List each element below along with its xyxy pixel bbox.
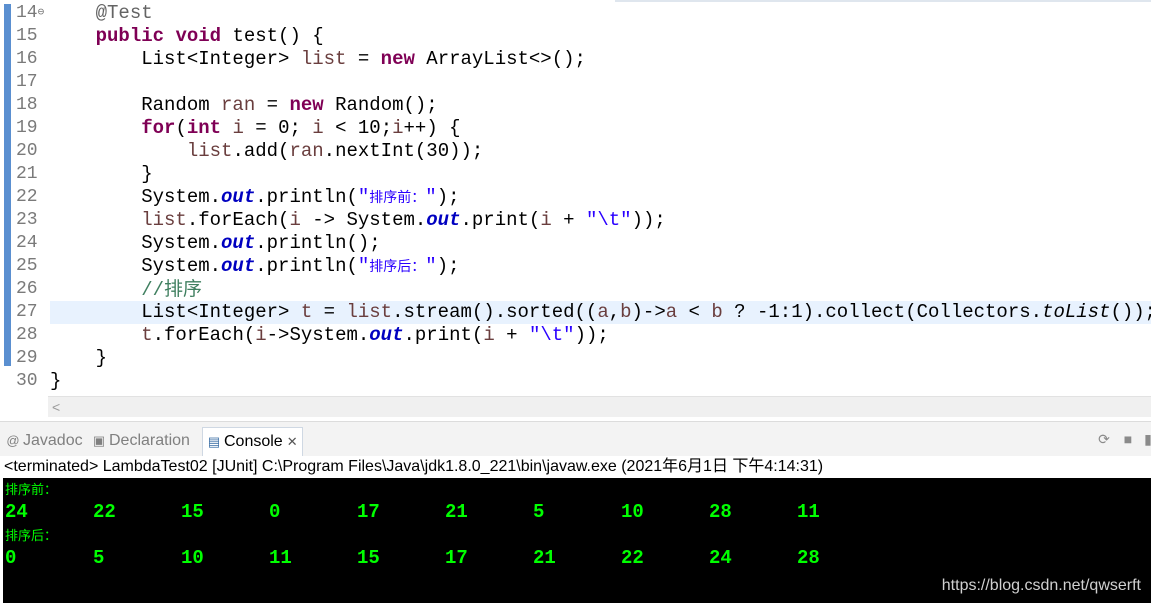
console-value: 5	[533, 501, 545, 523]
line-number: 24	[16, 233, 38, 253]
line-number: 22	[16, 187, 38, 207]
scroll-left-icon[interactable]: <	[52, 397, 60, 417]
code-editor[interactable]: 14⊖ 15 16 17 18 19 20 21 22 23 24 25 26 27 28 29 30 @Tes…	[0, 0, 1151, 420]
line-number: 17	[16, 72, 38, 92]
declaration-icon: ▣	[92, 433, 106, 448]
before-sort-label: 排序前：	[5, 483, 58, 498]
change-ruler	[4, 4, 11, 366]
line-number: 27	[16, 302, 38, 322]
line-number: 18	[16, 95, 38, 115]
pin-console-icon[interactable]: ⟳	[1096, 431, 1112, 447]
console-value: 11	[797, 501, 820, 523]
code-line-28: t.forEach(i->System.out.print(i + "\t"))…	[141, 324, 609, 346]
code-line-19: for(int i = 0; i < 10;i++) {	[141, 117, 461, 139]
console-value: 11	[269, 547, 292, 569]
close-icon[interactable]: ✕	[287, 434, 298, 449]
code-line-18: Random ran = new Random();	[50, 94, 438, 116]
line-number: 30	[16, 371, 38, 391]
console-value: 21	[445, 501, 468, 523]
code-line-22: System.out.println("排序前：");	[50, 186, 460, 208]
console-value: 5	[93, 547, 105, 569]
line-number: 26	[16, 279, 38, 299]
code-line-30: }	[50, 370, 62, 392]
line-number-gutter: 14⊖ 15 16 17 18 19 20 21 22 23 24 25 26 27 28 29 30	[12, 2, 52, 393]
line-number: 14⊖	[16, 3, 45, 23]
minimize-icon[interactable]: ■	[1120, 431, 1136, 447]
line-number: 29	[16, 348, 38, 368]
console-value: 24	[5, 501, 28, 523]
code-line-14: @Test	[95, 2, 153, 24]
console-status-line: <terminated> LambdaTest02 [JUnit] C:\Pro…	[0, 456, 1151, 478]
line-number: 16	[16, 49, 38, 69]
console-value: 0	[5, 547, 17, 569]
code-line-26: //排序	[141, 278, 203, 301]
code-line-25: System.out.println("排序后：");	[50, 255, 460, 277]
console-value: 15	[357, 547, 380, 569]
horizontal-scrollbar[interactable]: <	[48, 396, 1151, 417]
code-line-20: list.add(ran.nextInt(30));	[186, 140, 484, 162]
javadoc-icon: @	[6, 433, 20, 448]
console-value: 15	[181, 501, 204, 523]
code-line-23: list.forEach(i -> System.out.print(i + "…	[141, 209, 666, 231]
code-line-16: List<Integer> list = new ArrayList<>();	[50, 48, 586, 70]
console-value: 22	[621, 547, 644, 569]
code-line-15: public void test() {	[95, 25, 324, 47]
code-line-29: }	[50, 347, 108, 369]
code-line-24: System.out.println();	[50, 232, 381, 254]
tab-javadoc-label: Javadoc	[23, 432, 83, 449]
line-number: 25	[16, 256, 38, 276]
console-value: 10	[621, 501, 644, 523]
console-value: 17	[445, 547, 468, 569]
console-value: 22	[93, 501, 116, 523]
console-value: 21	[533, 547, 556, 569]
console-icon: ▤	[207, 434, 221, 449]
line-number: 21	[16, 164, 38, 184]
tab-console-label: Console	[224, 433, 283, 450]
tab-declaration-label: Declaration	[109, 432, 190, 449]
line-number: 28	[16, 325, 38, 345]
console-value: 17	[357, 501, 380, 523]
line-number: 15	[16, 26, 38, 46]
console-value: 0	[269, 501, 281, 523]
console-output[interactable]: 排序前： 24 22 15 0 17 21 5 10 28 11 排序后： 0 5 10 11 15 17 2…	[3, 478, 1151, 603]
after-sort-label: 排序后：	[5, 529, 58, 544]
line-number: 23	[16, 210, 38, 230]
console-value: 24	[709, 547, 732, 569]
tab-console[interactable]: ▤ Console ✕	[202, 427, 303, 456]
console-value: 28	[709, 501, 732, 523]
code-area[interactable]: @Test public void test() { List<Integer>…	[50, 2, 1151, 393]
tab-javadoc[interactable]: @ Javadoc	[6, 429, 83, 453]
watermark: https://blog.csdn.net/qwserft	[941, 577, 1141, 594]
view-tab-bar: @ Javadoc ▣ Declaration ▤ Console ✕ ⟳ ■ ▮	[0, 421, 1151, 457]
fold-toggle-icon[interactable]: ⊖	[38, 7, 45, 19]
tab-declaration[interactable]: ▣ Declaration	[92, 429, 190, 453]
code-line-27: List<Integer> t = list.stream().sorted((…	[50, 301, 1151, 324]
console-value: 28	[797, 547, 820, 569]
line-number: 20	[16, 141, 38, 161]
code-line-21: }	[50, 163, 153, 185]
console-value: 10	[181, 547, 204, 569]
maximize-icon[interactable]: ▮	[1140, 431, 1151, 447]
line-number: 19	[16, 118, 38, 138]
